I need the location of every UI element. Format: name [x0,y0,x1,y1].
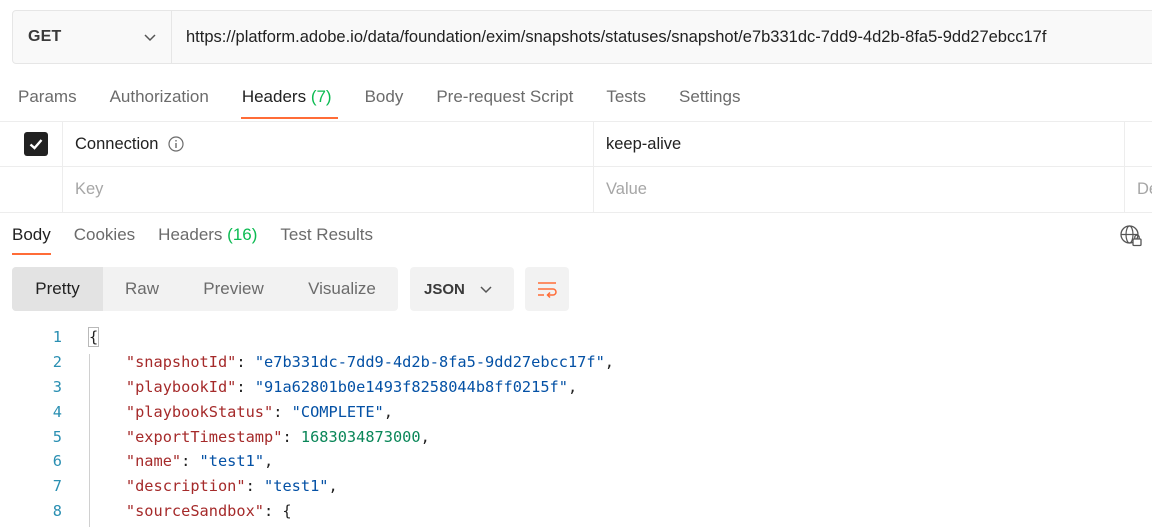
json-value: e7b331dc-7dd9-4d2b-8fa5-9dd27ebcc17f [264,353,596,372]
globe-lock-icon[interactable] [1119,224,1143,248]
tab-label: Body [364,87,404,106]
format-label: JSON [424,280,465,298]
tab-label: Body [12,225,51,244]
value-input[interactable]: Value [594,167,1125,212]
line-number: 1 [52,328,62,347]
code-line: 2 "snapshotId": "e7b331dc-7dd9-4d2b-8fa5… [0,350,1152,375]
url-input[interactable]: https://platform.adobe.io/data/foundatio… [172,11,1152,63]
view-preview-button[interactable]: Preview [181,267,286,311]
tab-label: Pre-request Script [436,87,574,106]
json-value: test1 [273,477,320,496]
tab-authorization[interactable]: Authorization [110,76,209,122]
format-select[interactable]: JSON [410,267,514,311]
tab-response-headers[interactable]: Headers (16) [158,213,257,257]
tab-cookies[interactable]: Cookies [74,213,135,257]
code-line: 5 "exportTimestamp": 1683034873000, [0,424,1152,449]
row-checkbox-cell [0,122,63,166]
header-key: Connection [75,134,159,153]
view-pretty-button[interactable]: Pretty [12,267,103,311]
json-key: snapshotId [135,353,228,372]
code-line: 6 "name": "test1", [0,449,1152,474]
json-key: playbookId [135,377,228,396]
tab-label: Test Results [280,225,373,244]
line-number: 5 [52,427,62,446]
code-line: 4 "playbookStatus": "COMPLETE", [0,399,1152,424]
view-visualize-button[interactable]: Visualize [286,267,398,311]
tab-params[interactable]: Params [18,76,77,122]
json-number-value: 1683034873000 [300,427,421,446]
header-value: keep-alive [606,134,682,153]
request-bar: GET https://platform.adobe.io/data/found… [12,10,1152,64]
view-mode-group: Pretty Raw Preview Visualize [12,267,398,311]
chevron-down-icon [144,34,156,42]
tab-pre-request-script[interactable]: Pre-request Script [436,76,573,122]
line-number: 6 [52,452,62,471]
code-line: 8 "sourceSandbox": { [0,499,1152,524]
request-tabs: Params Authorization Headers (7) Body Pr… [18,76,773,122]
tab-response-body[interactable]: Body [12,213,51,257]
line-number: 4 [52,402,62,421]
json-value: 91a62801b0e1493f8258044b8ff0215f [264,377,559,396]
tab-label: Authorization [109,87,209,106]
chevron-down-icon [480,286,492,294]
json-key: sourceSandbox [135,501,255,520]
tab-label: Headers [158,225,223,244]
tab-test-results[interactable]: Test Results [280,213,373,257]
tab-tests[interactable]: Tests [606,76,646,122]
row-checkbox-cell [0,167,63,212]
line-number: 8 [52,501,62,520]
header-value-cell[interactable]: keep-alive [594,122,1125,166]
json-value: test1 [208,452,255,471]
tab-settings[interactable]: Settings [679,76,740,122]
headers-table: Connection keep-alive Key Value De [0,121,1152,213]
tab-body[interactable]: Body [365,76,404,122]
response-body-code[interactable]: 1 { 2 "snapshotId": "e7b331dc-7dd9-4d2b-… [0,325,1152,523]
json-key: playbookStatus [135,402,264,421]
tab-label: Cookies [73,225,136,244]
json-key: exportTimestamp [135,427,274,446]
open-brace: { [87,327,100,348]
header-description-cell[interactable] [1125,122,1152,166]
tab-label: Params [18,87,77,106]
wrap-lines-button[interactable] [525,267,569,311]
tab-headers[interactable]: Headers (7) [240,76,338,122]
code-line: 7 "description": "test1", [0,474,1152,499]
response-tabs: Body Cookies Headers (16) Test Results [12,213,396,257]
json-key: description [135,477,237,496]
tab-count: (7) [310,87,332,106]
json-value: COMPLETE [300,402,375,421]
tab-label: Tests [606,87,647,106]
check-icon [29,139,43,150]
line-number: 2 [52,353,62,372]
code-line: 3 "playbookId": "91a62801b0e1493f8258044… [0,375,1152,400]
description-input[interactable]: De [1125,167,1152,212]
table-row-new: Key Value De [0,167,1152,213]
key-input[interactable]: Key [63,167,594,212]
header-key-cell[interactable]: Connection [63,122,594,166]
method-label: GET [28,28,62,45]
wrap-lines-icon [538,282,557,299]
code-line: 1 { [0,325,1152,350]
view-raw-button[interactable]: Raw [103,267,181,311]
row-checkbox[interactable] [24,132,48,156]
line-number: 7 [52,477,62,496]
tab-label: Headers [241,87,307,106]
method-select[interactable]: GET [13,11,172,63]
tab-label: Settings [679,87,741,106]
json-key: name [135,452,172,471]
table-row: Connection keep-alive [0,122,1152,167]
tab-count: (16) [227,225,258,244]
info-icon[interactable] [168,136,185,152]
line-number: 3 [52,377,62,396]
